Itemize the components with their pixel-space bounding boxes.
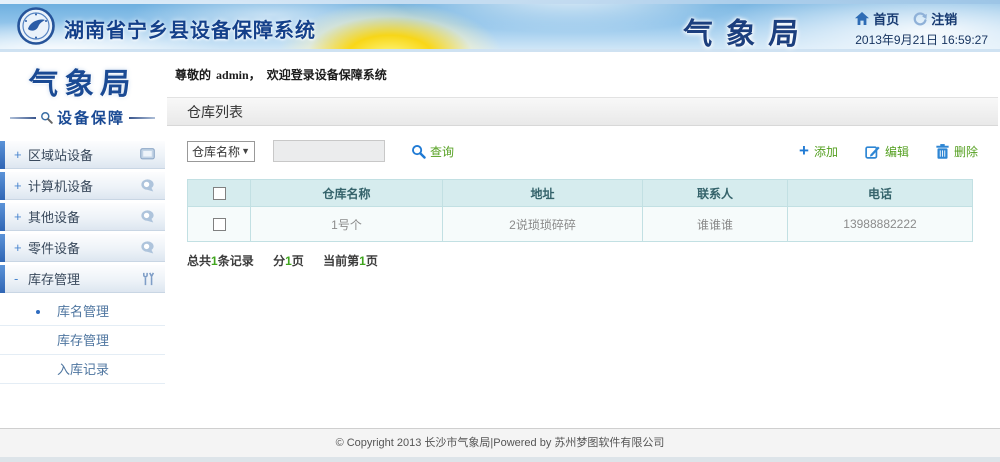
search-icon [411,144,426,159]
sidebar-item-parts[interactable]: + 零件设备 [0,234,165,262]
column-header-name: 仓库名称 [251,180,443,207]
submenu-item-inventory[interactable]: 库存管理 [0,326,165,355]
sidebar-submenu: 库名管理 库存管理 入库记录 [0,297,165,384]
app-title: 湖南省宁乡县设备保障系统 [64,14,316,43]
select-all-checkbox[interactable] [213,187,226,200]
toolbar: 仓库名称 ▼ 查询 + 添加 [187,140,978,162]
cell-address: 2说琐琐碎碎 [443,207,643,242]
panel-title: 仓库列表 [167,97,998,126]
sidebar-item-label: 零件设备 [28,238,140,257]
delete-button-label: 删除 [954,143,978,160]
sidebar: 气象局 设备保障 + 区域站设备 [0,52,165,428]
pagination: 总共1条记录 分1页 当前第1页 [187,252,978,269]
comment-icon [140,179,155,192]
footer: © Copyright 2013 长沙市气象局|Powered by 苏州梦图软… [0,428,1000,462]
decor-line-right [129,117,155,119]
bureau-logo-icon [17,7,55,45]
table-header-row: 仓库名称 地址 联系人 电话 [188,180,973,207]
main-content: 尊敬的 admin， 欢迎登录设备保障系统 仓库列表 仓库名称 ▼ 查询 [165,52,1000,428]
filter-field-select[interactable]: 仓库名称 ▼ [187,141,255,162]
warehouse-table: 仓库名称 地址 联系人 电话 1号个 2说琐琐碎碎 谁谁谁 139888822 [187,179,973,242]
greeting: 尊敬的 admin， 欢迎登录设备保障系统 [167,52,998,83]
collapse-minus-icon: - [14,271,25,286]
column-header-address: 地址 [443,180,643,207]
header-checkbox-cell [188,180,251,207]
comment-icon [140,210,155,223]
app-header: 湖南省宁乡县设备保障系统 气象局 首页 注销 2013年9月21日 16:59:… [0,0,1000,52]
sidebar-item-regional-station[interactable]: + 区域站设备 [0,141,165,169]
submenu-item-label: 入库记录 [57,362,109,377]
pagination-current-page: 1 [359,254,366,268]
sidebar-item-inventory-management[interactable]: - 库存管理 [0,265,165,293]
column-header-phone: 电话 [788,180,973,207]
row-checkbox[interactable] [213,218,226,231]
sidebar-item-label: 其他设备 [28,207,140,226]
panel-body: 仓库名称 ▼ 查询 + 添加 [167,140,998,269]
add-button-label: 添加 [814,143,838,160]
body-row: 气象局 设备保障 + 区域站设备 [0,52,1000,428]
sidebar-logo: 气象局 设备保障 [0,52,165,128]
table-row[interactable]: 1号个 2说琐琐碎碎 谁谁谁 13988882222 [188,207,973,242]
edit-icon [865,144,880,159]
submenu-item-label: 库存管理 [57,333,109,348]
sidebar-menu: + 区域站设备 + 计算机设备 + 其他设备 [0,141,165,293]
header-right: 首页 注销 2013年9月21日 16:59:27 [855,9,988,48]
edit-button[interactable]: 编辑 [865,143,909,160]
pagination-total: 总共1条记录 [187,254,254,268]
submenu-item-inbound-records[interactable]: 入库记录 [0,355,165,384]
expand-plus-icon: + [14,209,25,224]
comment-icon [140,241,155,254]
sidebar-item-computer[interactable]: + 计算机设备 [0,172,165,200]
trash-icon [936,144,949,159]
cell-phone: 13988882222 [788,207,973,242]
edit-button-label: 编辑 [885,143,909,160]
row-checkbox-cell [188,207,251,242]
logout-refresh-icon [913,12,927,26]
sidebar-item-label: 库存管理 [28,269,142,288]
magnifier-icon [40,111,53,124]
sidebar-logo-title: 气象局 [0,59,166,103]
home-icon [855,12,869,25]
datetime-label: 2013年9月21日 16:59:27 [855,31,988,48]
expand-plus-icon: + [14,240,25,255]
submenu-item-label: 库名管理 [57,304,109,319]
pagination-page-count: 1 [285,254,292,268]
delete-button[interactable]: 删除 [936,143,978,160]
bottom-strip [0,457,1000,462]
greeting-username: admin， [216,68,261,82]
cell-contact: 谁谁谁 [643,207,788,242]
pagination-current: 当前第1页 [323,254,378,268]
decor-line-left [10,117,36,119]
filter-selected-option: 仓库名称 [192,143,240,160]
sidebar-logo-subtitle: 设备保障 [57,107,125,128]
sidebar-item-label: 计算机设备 [28,176,140,195]
search-input[interactable] [273,140,385,162]
brand-title: 气象局 [681,9,813,53]
expand-plus-icon: + [14,147,25,162]
expand-plus-icon: + [14,178,25,193]
pagination-total-count: 1 [211,254,218,268]
sidebar-item-label: 区域站设备 [28,145,140,164]
active-bullet-icon [36,310,40,314]
home-link[interactable]: 首页 [873,9,899,28]
logout-link[interactable]: 注销 [931,9,957,28]
search-button[interactable]: 查询 [411,143,454,160]
sidebar-item-other-equipment[interactable]: + 其他设备 [0,203,165,231]
greeting-suffix: 欢迎登录设备保障系统 [267,68,387,82]
monitor-icon [140,148,155,161]
add-button[interactable]: + 添加 [799,143,838,160]
cell-warehouse-name: 1号个 [251,207,443,242]
pagination-pages: 分1页 [273,254,304,268]
plus-icon: + [799,144,809,158]
copyright-text: © Copyright 2013 长沙市气象局|Powered by 苏州梦图软… [0,429,1000,457]
tools-icon [142,272,155,286]
greeting-prefix: 尊敬的 [175,68,211,82]
submenu-item-warehouse-names[interactable]: 库名管理 [0,297,165,326]
column-header-contact: 联系人 [643,180,788,207]
chevron-down-icon: ▼ [241,146,250,156]
search-button-label: 查询 [430,143,454,160]
page: 湖南省宁乡县设备保障系统 气象局 首页 注销 2013年9月21日 16:59:… [0,0,1000,462]
